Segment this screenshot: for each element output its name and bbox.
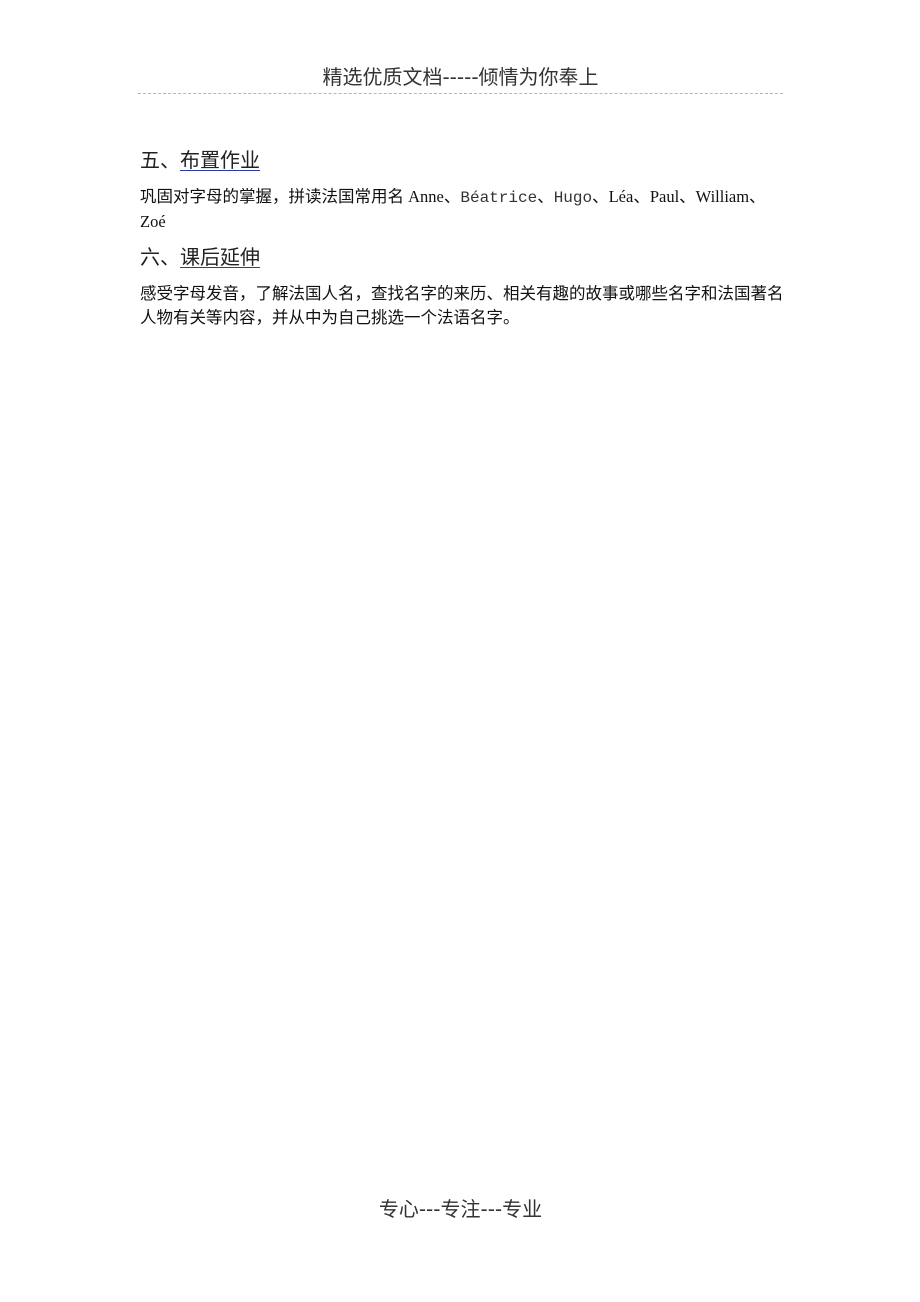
body-text: 巩固对字母的掌握，拼读法国常用名 Anne、 xyxy=(140,187,461,206)
body-name: Hugo xyxy=(553,189,593,207)
section-title: 布置作业 xyxy=(180,148,260,172)
page-header: 精选优质文档-----倾情为你奉上 xyxy=(322,65,599,89)
section-heading-5: 五、布置作业 xyxy=(140,146,260,174)
section-number: 五、 xyxy=(140,148,180,172)
body-name: Béatrice xyxy=(460,189,538,207)
section-number: 六、 xyxy=(140,245,180,269)
header-divider xyxy=(138,93,783,94)
section-body-6: 感受字母发音，了解法国人名，查找名字的来历、相关有趣的故事或哪些名字和法国著名人… xyxy=(140,284,784,327)
section-heading-6: 六、课后延伸 xyxy=(140,243,260,271)
body-text: 、 xyxy=(537,187,554,206)
page-footer: 专心---专注---专业 xyxy=(378,1197,543,1221)
section-title: 课后延伸 xyxy=(180,245,260,269)
section-body-5: 巩固对字母的掌握，拼读法国常用名 Anne、Béatrice、Hugo、Léa、… xyxy=(140,185,785,234)
